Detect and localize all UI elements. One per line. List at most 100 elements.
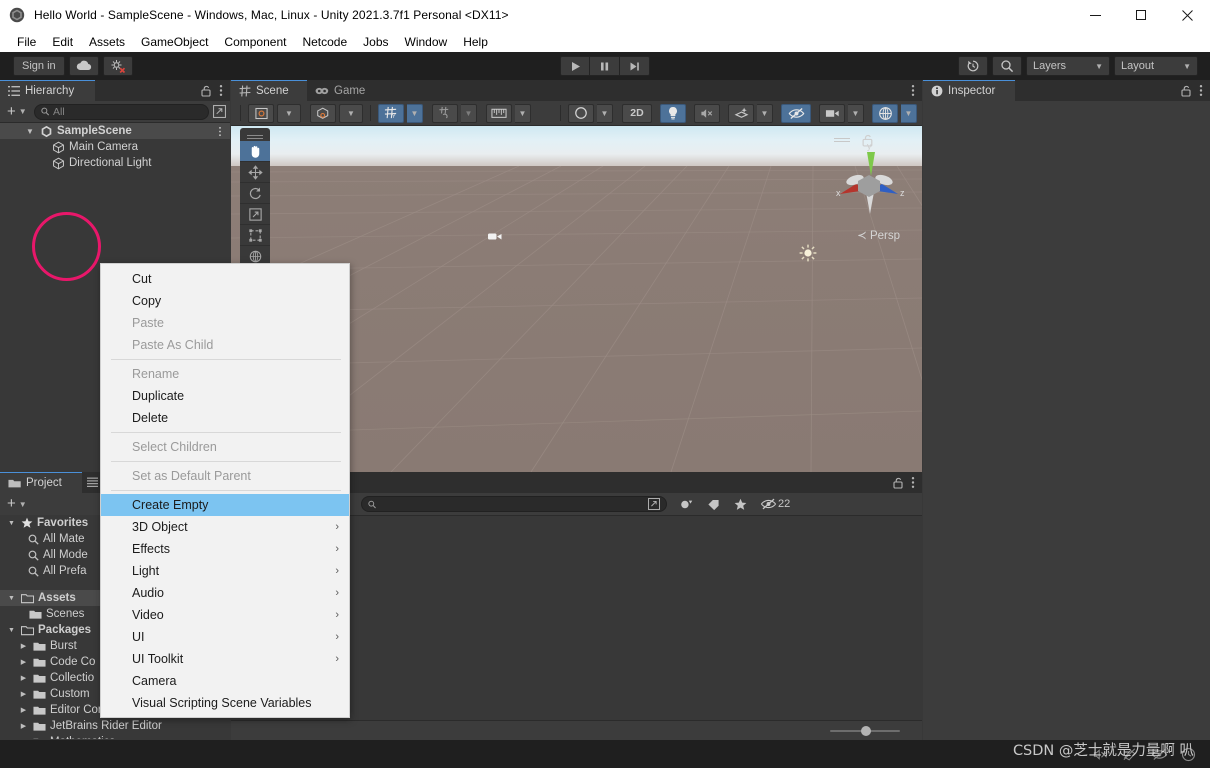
hierarchy-item-main-camera[interactable]: Main Camera [0, 139, 230, 155]
filter-by-favorite-button[interactable] [728, 495, 752, 514]
filter-by-label-button[interactable] [701, 495, 725, 514]
kebab-menu-icon[interactable] [1199, 84, 1203, 97]
move-tool-button[interactable] [240, 162, 270, 183]
tab-inspector[interactable]: Inspector [923, 80, 1015, 101]
chevron-down-icon[interactable]: ▼ [24, 127, 36, 136]
snap-increment-dropdown[interactable]: ▼ [461, 104, 477, 123]
hand-tool-button[interactable] [240, 141, 270, 162]
gizmo-cube-button[interactable] [310, 104, 336, 123]
services-button[interactable] [103, 56, 133, 76]
chevron-right-icon[interactable]: ▶ [18, 722, 29, 730]
ctx-item-visual-scripting-scene-variables[interactable]: Visual Scripting Scene Variables [101, 692, 349, 714]
shading-mode-dropdown[interactable]: ▼ [597, 104, 613, 123]
expand-icon[interactable] [213, 105, 226, 118]
layers-dropdown[interactable]: Layers ▼ [1026, 56, 1110, 76]
ctx-item-cut[interactable]: Cut [101, 268, 349, 290]
gizmos-toggle-button[interactable] [872, 104, 898, 123]
ctx-item-delete[interactable]: Delete [101, 407, 349, 429]
minimize-button[interactable] [1072, 0, 1118, 31]
global-search-button[interactable] [992, 56, 1022, 76]
chevron-right-icon[interactable]: ▶ [18, 738, 29, 739]
layout-dropdown[interactable]: Layout ▼ [1114, 56, 1198, 76]
light-gizmo-icon[interactable] [799, 244, 817, 262]
rect-tool-button[interactable] [240, 225, 270, 246]
menu-edit[interactable]: Edit [44, 33, 81, 51]
gizmos-hidden-button[interactable] [781, 104, 811, 123]
close-button[interactable] [1164, 0, 1210, 31]
tab-game[interactable]: Game [307, 80, 379, 101]
play-button[interactable] [560, 56, 590, 76]
undo-history-button[interactable] [958, 56, 988, 76]
ctx-item-copy[interactable]: Copy [101, 290, 349, 312]
tab-hierarchy[interactable]: Hierarchy [0, 80, 95, 101]
ctx-item-ui[interactable]: UI › [101, 626, 349, 648]
kebab-menu-icon[interactable] [911, 84, 915, 97]
ctx-item-duplicate[interactable]: Duplicate [101, 385, 349, 407]
ctx-item-create-empty[interactable]: Create Empty [101, 494, 349, 516]
tab-project[interactable]: Project [0, 472, 82, 493]
ctx-item-3d-object[interactable]: 3D Object › [101, 516, 349, 538]
chevron-right-icon[interactable]: ▶ [18, 642, 29, 650]
sign-in-button[interactable]: Sign in [13, 56, 65, 76]
collab-icon[interactable] [1122, 747, 1138, 761]
tab-scene[interactable]: Scene [231, 80, 307, 101]
menu-netcode[interactable]: Netcode [294, 33, 355, 51]
shading-mode-button[interactable] [568, 104, 594, 123]
mute-audio-icon[interactable] [1093, 748, 1109, 761]
2d-toggle-button[interactable]: 2D [622, 104, 652, 123]
chevron-right-icon[interactable]: ▶ [18, 690, 29, 698]
chevron-down-icon[interactable]: ▼ [6, 595, 17, 602]
draw-mode-dropdown[interactable]: ▼ [277, 104, 301, 123]
menu-file[interactable]: File [9, 33, 44, 51]
audio-toggle-button[interactable] [694, 104, 720, 123]
menu-window[interactable]: Window [397, 33, 456, 51]
ctx-item-ui-toolkit[interactable]: UI Toolkit › [101, 648, 349, 670]
gizmo-cube-dropdown[interactable]: ▼ [339, 104, 363, 123]
maximize-button[interactable] [1118, 0, 1164, 31]
lock-open-icon[interactable] [201, 85, 212, 97]
tool-palette-handle[interactable] [240, 130, 270, 141]
scene-camera-dropdown[interactable]: ▼ [848, 104, 864, 123]
menu-assets[interactable]: Assets [81, 33, 133, 51]
project-search-input[interactable] [380, 498, 644, 510]
step-button[interactable] [620, 56, 650, 76]
chevron-down-icon[interactable]: ▼ [6, 520, 17, 527]
effects-toggle-button[interactable] [728, 104, 754, 123]
rotate-tool-button[interactable] [240, 183, 270, 204]
chevron-right-icon[interactable]: ▶ [18, 706, 29, 714]
project-add-button[interactable]: + ▼ [4, 498, 30, 510]
hierarchy-search-box[interactable] [34, 104, 209, 120]
icon-size-slider[interactable] [830, 725, 900, 737]
hierarchy-item-samplescene[interactable]: ▼ SampleScene [0, 123, 230, 139]
expand-icon[interactable] [648, 498, 660, 510]
project-search-box[interactable] [361, 496, 667, 512]
gizmos-dropdown[interactable]: ▼ [901, 104, 917, 123]
hierarchy-add-button[interactable]: + ▼ [4, 106, 30, 118]
ctx-item-effects[interactable]: Effects › [101, 538, 349, 560]
chevron-down-icon[interactable]: ▼ [6, 627, 17, 634]
hidden-eye-icon[interactable] [1151, 748, 1168, 761]
project-item-mathematics[interactable]: ▶ Mathematics [0, 734, 230, 739]
grid-snapping-dropdown[interactable]: ▼ [515, 104, 531, 123]
grid-snapping-button[interactable] [486, 104, 512, 123]
menu-component[interactable]: Component [216, 33, 294, 51]
slider-knob[interactable] [861, 726, 871, 736]
lighting-toggle-button[interactable] [660, 104, 686, 123]
ctx-item-camera[interactable]: Camera [101, 670, 349, 692]
grid-visibility-button[interactable]: Y [378, 104, 404, 123]
kebab-menu-icon[interactable] [219, 84, 223, 97]
cloud-button[interactable] [69, 56, 99, 76]
hidden-packages-button[interactable]: 22 [755, 495, 790, 514]
ctx-item-light[interactable]: Light › [101, 560, 349, 582]
lock-open-icon[interactable] [893, 477, 904, 489]
hierarchy-item-directional-light[interactable]: Directional Light [0, 155, 230, 171]
scene-camera-button[interactable] [819, 104, 845, 123]
scale-tool-button[interactable] [240, 204, 270, 225]
ctx-item-audio[interactable]: Audio › [101, 582, 349, 604]
snap-increment-button[interactable] [432, 104, 458, 123]
draw-mode-button[interactable] [248, 104, 274, 123]
hierarchy-search-input[interactable] [53, 106, 202, 118]
filter-by-type-button[interactable] [674, 495, 698, 514]
kebab-menu-icon[interactable] [218, 126, 222, 137]
grid-visibility-dropdown[interactable]: ▼ [407, 104, 423, 123]
